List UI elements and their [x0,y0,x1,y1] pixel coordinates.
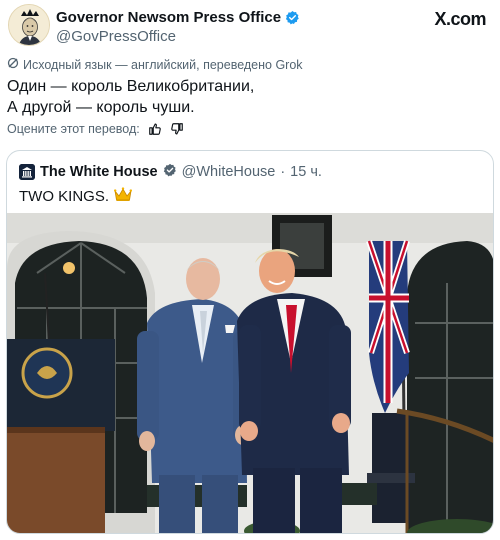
rate-translation-label: Оцените этот перевод: [7,122,140,136]
avatar[interactable] [8,4,50,46]
quoted-text: TWO KINGS. [19,187,132,206]
quoted-header: The White House @WhiteHouse · 15 ч. [19,163,322,181]
verified-badge-icon [285,10,300,25]
tweet-text-line-1: Один — король Великобритании, [7,78,255,95]
quoted-timestamp[interactable]: 15 ч. [290,164,322,180]
crown-icon [114,187,132,206]
author-name[interactable]: Governor Newsom Press Office [56,9,281,26]
thumbs-up-icon[interactable] [148,122,162,136]
tweet-text: Один — король Великобритании, А другой —… [7,76,254,118]
translation-note-text: Исходный язык — английский, переведено G… [23,57,303,72]
translation-note: Исходный язык — английский, переведено G… [7,57,303,72]
quoted-separator: · [280,164,286,180]
tweet-text-line-2: А другой — король чуши. [7,99,195,116]
post-header: Governor Newsom Press Office @GovPressOf… [8,4,490,48]
quoted-text-body: TWO KINGS. [19,188,109,205]
white-house-logo-icon [19,164,35,180]
thumbs-down-icon[interactable] [170,122,184,136]
verified-badge-icon [163,163,177,181]
quoted-photo[interactable] [7,213,493,533]
rate-translation-row: Оцените этот перевод: [7,122,184,136]
author-handle[interactable]: @GovPressOffice [56,28,176,45]
quoted-author-handle[interactable]: @WhiteHouse [182,164,276,180]
quoted-author-name[interactable]: The White House [40,164,158,180]
quoted-tweet-card[interactable]: The White House @WhiteHouse · 15 ч. TWO … [6,150,494,534]
author-name-row: Governor Newsom Press Office [56,9,300,26]
x-brand-logo: X.com [434,9,486,29]
grok-icon [7,57,19,72]
